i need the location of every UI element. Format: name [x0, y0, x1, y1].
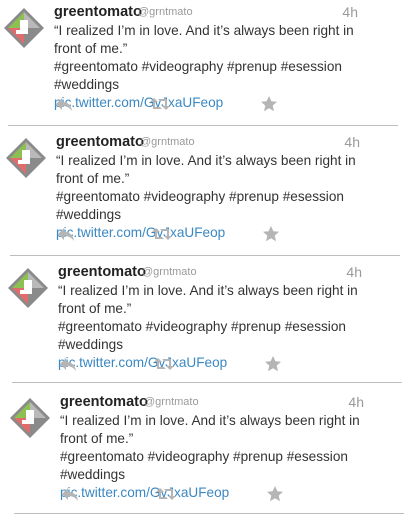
reply-button[interactable] [54, 96, 76, 114]
reply-button[interactable] [56, 226, 78, 244]
avatar[interactable] [8, 396, 52, 440]
retweet-button[interactable] [152, 226, 174, 244]
tweet-card: greentomato @grntmato 4h “I realized I’m… [8, 390, 408, 512]
tweet-hashtags[interactable]: #greentomato #videography #prenup #esess… [58, 318, 410, 354]
tweet-text-line: front of me.” [56, 171, 130, 186]
user-handle[interactable]: @grntmato [138, 6, 193, 18]
reply-icon [62, 488, 78, 501]
star-icon [263, 226, 279, 242]
retweet-icon [154, 358, 174, 370]
divider [10, 255, 400, 256]
tweet-text-line: front of me.” [54, 41, 128, 56]
favorite-button[interactable] [264, 356, 286, 374]
tweet-actions [56, 226, 376, 244]
tweet-time[interactable]: 4h [342, 4, 358, 20]
tweet-time[interactable]: 4h [346, 264, 362, 280]
tweet-text-line: “I realized I’m in love. And it’s always… [54, 23, 354, 38]
retweet-button[interactable] [156, 486, 178, 504]
star-icon [265, 356, 281, 372]
user-name[interactable]: greentomato [54, 4, 142, 20]
user-name[interactable]: greentomato [56, 134, 144, 150]
user-handle[interactable]: @grntmato [144, 396, 199, 408]
tweet-text-line: front of me.” [60, 431, 134, 446]
tweet-actions [54, 96, 374, 114]
tweet-actions [58, 356, 378, 374]
greentomato-logo-icon [10, 398, 50, 438]
divider [8, 125, 398, 126]
greentomato-logo-icon [6, 138, 46, 178]
tweet-hashtags[interactable]: #greentomato #videography #prenup #esess… [56, 188, 410, 224]
user-handle[interactable]: @grntmato [142, 266, 197, 278]
tweet-time[interactable]: 4h [348, 394, 364, 410]
reply-icon [56, 98, 72, 111]
retweet-icon [152, 228, 172, 240]
tweet-text-line: front of me.” [58, 301, 132, 316]
tweet-text-line: “I realized I’m in love. And it’s always… [56, 153, 356, 168]
greentomato-logo-icon [8, 268, 48, 308]
favorite-button[interactable] [260, 96, 282, 114]
retweet-icon [156, 488, 176, 500]
reply-icon [58, 228, 74, 241]
star-icon [261, 96, 277, 112]
tweet-card: greentomato @grntmato 4h “I realized I’m… [2, 0, 402, 122]
tweet-text-line: “I realized I’m in love. And it’s always… [60, 413, 360, 428]
reply-button[interactable] [58, 356, 80, 374]
tweet-hashtags[interactable]: #greentomato #videography #prenup #esess… [60, 448, 410, 484]
avatar[interactable] [2, 6, 46, 50]
avatar[interactable] [4, 136, 48, 180]
reply-icon [60, 358, 76, 371]
divider [14, 513, 404, 514]
tweet-hashtags[interactable]: #greentomato #videography #prenup #esess… [54, 58, 410, 94]
tweet-actions [60, 486, 380, 504]
retweet-button[interactable] [150, 96, 172, 114]
greentomato-logo-icon [4, 8, 44, 48]
retweet-button[interactable] [154, 356, 176, 374]
tweet-feed: greentomato @grntmato 4h “I realized I’m… [0, 0, 410, 527]
tweet-card: greentomato @grntmato 4h “I realized I’m… [4, 130, 404, 252]
user-name[interactable]: greentomato [60, 394, 148, 410]
divider [12, 382, 402, 383]
tweet-card: greentomato @grntmato 4h “I realized I’m… [6, 260, 406, 382]
favorite-button[interactable] [266, 486, 288, 504]
tweet-text-line: “I realized I’m in love. And it’s always… [58, 283, 358, 298]
star-icon [267, 486, 283, 502]
user-handle[interactable]: @grntmato [140, 136, 195, 148]
user-name[interactable]: greentomato [58, 264, 146, 280]
reply-button[interactable] [60, 486, 82, 504]
tweet-time[interactable]: 4h [344, 134, 360, 150]
avatar[interactable] [6, 266, 50, 310]
favorite-button[interactable] [262, 226, 284, 244]
retweet-icon [150, 98, 170, 110]
